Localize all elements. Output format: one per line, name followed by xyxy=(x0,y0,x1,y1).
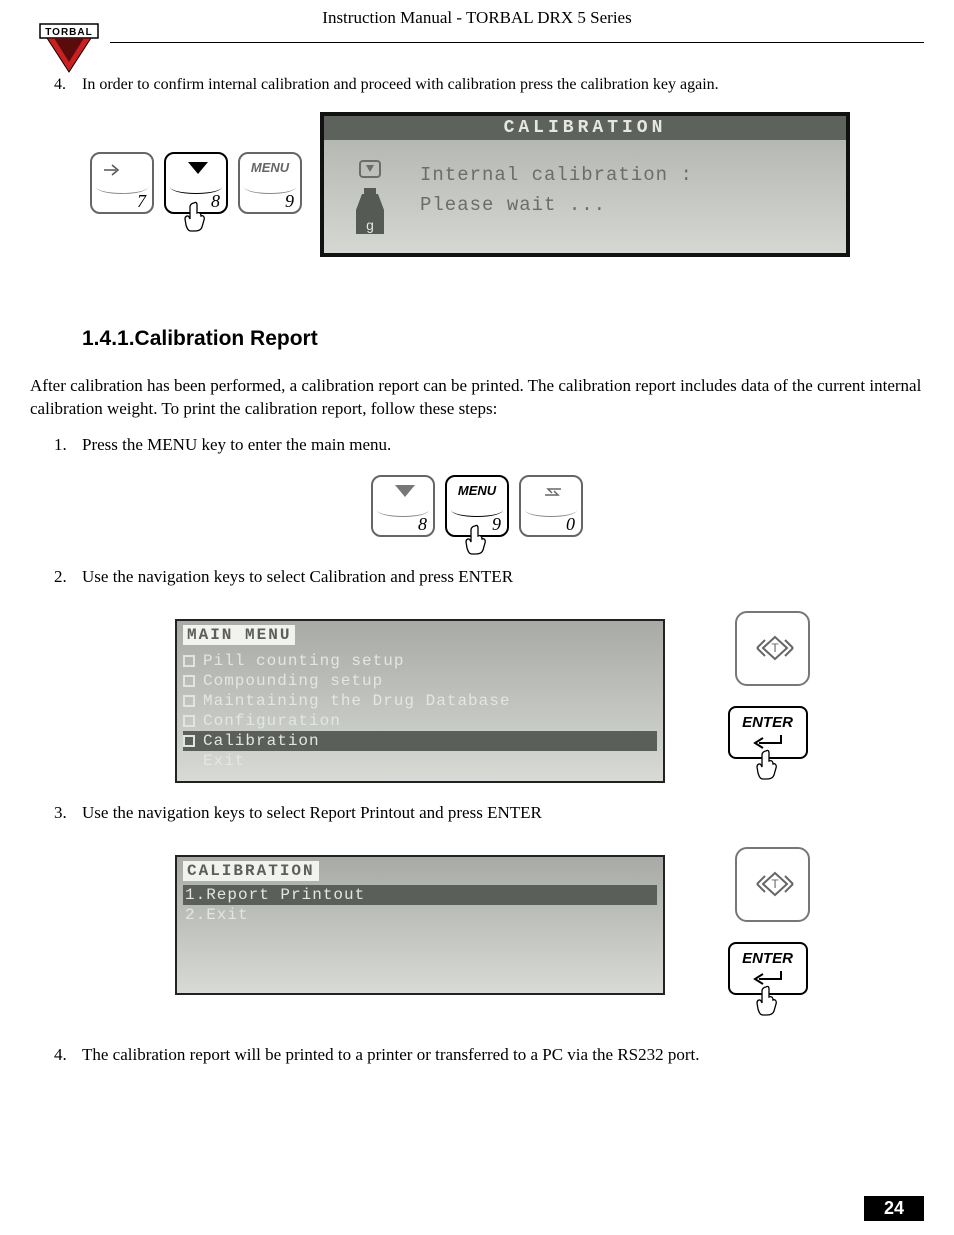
list-text: The calibration report will be printed t… xyxy=(82,1045,924,1065)
torbal-logo: TORBAL xyxy=(34,14,104,76)
lcd-titlebar: MAIN MENU xyxy=(183,625,295,645)
key-tare-enter: T xyxy=(735,611,810,686)
menu-item: Configuration xyxy=(183,711,657,731)
key-digit: 9 xyxy=(492,514,501,535)
steps-list: 1. Press the MENU key to enter the main … xyxy=(54,435,924,455)
list-text: Use the navigation keys to select Report… xyxy=(82,803,924,823)
menu-item: Exit xyxy=(183,751,657,771)
menu-item: Maintaining the Drug Database xyxy=(183,691,657,711)
enter-key-stack: T ENTER xyxy=(725,835,810,995)
key-digit: 0 xyxy=(566,514,575,535)
list-number: 4. xyxy=(54,76,82,94)
key-8-down: 8 xyxy=(371,475,435,537)
svg-text:T: T xyxy=(771,877,779,891)
key-digit: 8 xyxy=(418,514,427,535)
menu-item: Pill counting setup xyxy=(183,651,657,671)
figure-row-menu: MAIN MENU Pill counting setupCompounding… xyxy=(30,599,924,803)
key-digit: 8 xyxy=(211,191,220,212)
hand-pointer-icon xyxy=(754,985,782,1021)
lcd-calibration-menu: CALIBRATION 1.Report Printout2.Exit xyxy=(175,855,665,995)
key-tare-enter: T xyxy=(735,847,810,922)
lcd-menu-items: Pill counting setupCompounding setupMain… xyxy=(177,645,663,781)
svg-text:T: T xyxy=(771,641,779,655)
page-header: Instruction Manual - TORBAL DRX 5 Series xyxy=(30,8,924,32)
menu-item: 2.Exit xyxy=(183,905,657,925)
lcd-titlebar: CALIBRATION xyxy=(183,861,319,881)
list-text: Press the MENU key to enter the main men… xyxy=(82,435,924,455)
step-4: 4. The calibration report will be printe… xyxy=(54,1045,924,1065)
list-text: Use the navigation keys to select Calibr… xyxy=(82,567,924,587)
key-menu-label: MENU xyxy=(240,160,300,175)
key-8-down: 8 xyxy=(164,152,228,214)
svg-text:g: g xyxy=(366,219,374,235)
steps-list-cont3: 4. The calibration report will be printe… xyxy=(54,1045,924,1065)
logo-text: TORBAL xyxy=(45,27,92,38)
lcd-text: Internal calibration : Please wait ... xyxy=(420,160,693,221)
lcd-main-menu: MAIN MENU Pill counting setupCompounding… xyxy=(175,619,665,783)
page-number-badge: 24 xyxy=(864,1196,924,1221)
key-9-menu: MENU 9 xyxy=(445,475,509,537)
arrow-right-icon xyxy=(102,162,124,178)
tare-icon xyxy=(359,160,381,178)
key-7-arrow-right: 7 xyxy=(90,152,154,214)
tare-diamond-icon: T xyxy=(753,867,797,901)
steps-list-cont: 2. Use the navigation keys to select Cal… xyxy=(54,567,924,587)
enter-key-label: ENTER xyxy=(728,942,808,995)
step-3: 3. Use the navigation keys to select Rep… xyxy=(54,803,924,823)
lcd-calibration-wait: CALIBRATION g Internal calibration : Ple… xyxy=(320,112,850,257)
triangle-down-icon xyxy=(395,485,415,499)
key-0-cycle: 0 xyxy=(519,475,583,537)
section-title: Calibration Report xyxy=(135,327,318,350)
lcd-line-2: Please wait ... xyxy=(420,190,693,220)
header-rule xyxy=(110,42,924,43)
key-9-menu: MENU 9 xyxy=(238,152,302,214)
key-digit: 7 xyxy=(137,191,146,212)
weight-icon: g xyxy=(350,182,390,242)
step-2: 2. Use the navigation keys to select Cal… xyxy=(54,567,924,587)
steps-list-cont2: 3. Use the navigation keys to select Rep… xyxy=(54,803,924,823)
keypad-group-1: 7 8 MENU 9 xyxy=(90,152,302,214)
menu-item: Compounding setup xyxy=(183,671,657,691)
enter-key-label: ENTER xyxy=(728,706,808,759)
section-heading: 1.4.1.Calibration Report xyxy=(82,327,924,351)
menu-item: Calibration xyxy=(183,731,657,751)
list-number: 4. xyxy=(54,1045,82,1065)
figure-row-1: 7 8 MENU 9 CALIBRATION xyxy=(90,112,924,257)
list-text: In order to confirm internal calibration… xyxy=(82,76,719,94)
tare-diamond-icon: T xyxy=(753,631,797,665)
step-1: 1. Press the MENU key to enter the main … xyxy=(54,435,924,455)
cycle-icon xyxy=(542,485,564,499)
list-number: 1. xyxy=(54,435,82,455)
figure-row-cal: CALIBRATION 1.Report Printout2.Exit T EN… xyxy=(30,835,924,1015)
lcd-titlebar: CALIBRATION xyxy=(324,116,846,140)
lcd-line-1: Internal calibration : xyxy=(420,160,693,190)
key-menu-label: MENU xyxy=(447,483,507,498)
menu-item: 1.Report Printout xyxy=(183,885,657,905)
intro-step-4: 4. In order to confirm internal calibrat… xyxy=(54,76,924,94)
hand-pointer-icon xyxy=(182,201,210,238)
enter-key-stack: T ENTER xyxy=(725,599,810,759)
lcd-menu-items: 1.Report Printout2.Exit xyxy=(177,881,663,965)
list-number: 2. xyxy=(54,567,82,587)
list-number: 3. xyxy=(54,803,82,823)
section-number: 1.4.1. xyxy=(82,327,135,350)
triangle-down-icon xyxy=(188,162,208,176)
paragraph-intro: After calibration has been performed, a … xyxy=(30,375,924,421)
hand-pointer-icon xyxy=(463,524,491,561)
hand-pointer-icon xyxy=(754,749,782,785)
keypad-group-2: 8 MENU 9 0 xyxy=(371,475,583,537)
key-digit: 9 xyxy=(285,191,294,212)
